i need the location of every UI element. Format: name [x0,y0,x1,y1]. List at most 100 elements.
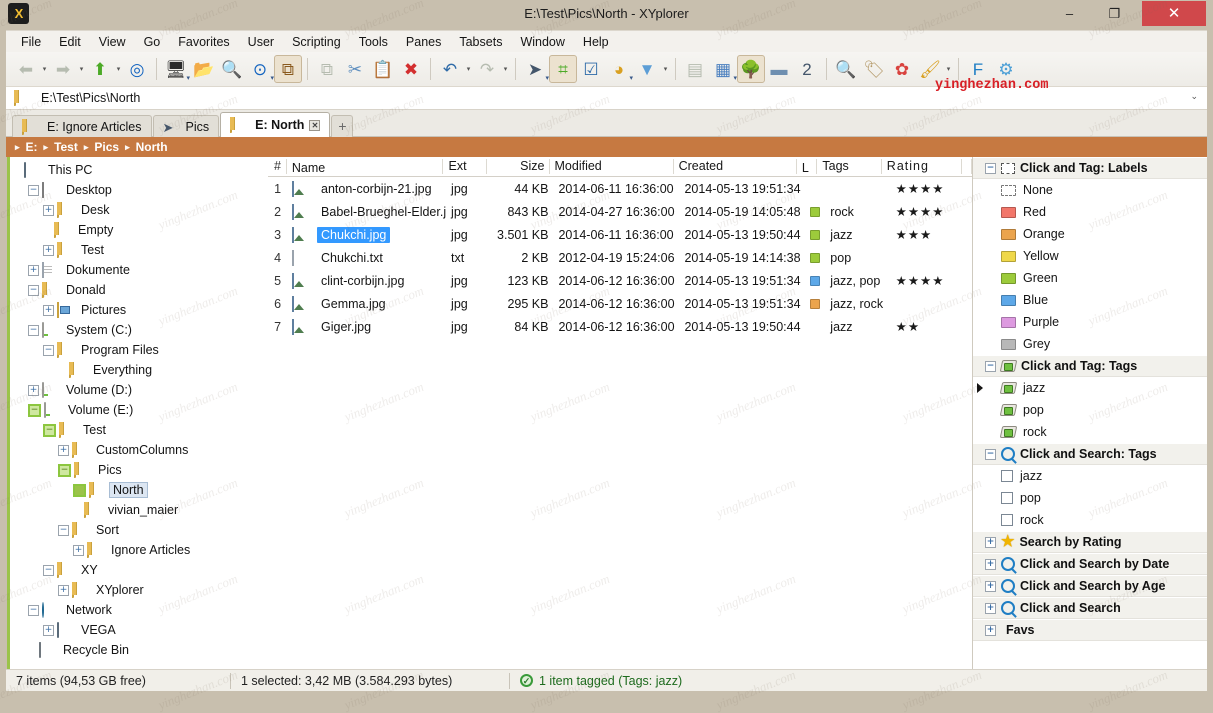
tree-node-pics[interactable]: −Pics [7,460,268,480]
current-node-icon[interactable] [73,484,86,497]
file-name-cell[interactable]: Gemma.jpg [287,296,446,312]
close-icon[interactable]: ✕ [309,120,320,131]
tag-checkbox[interactable] [1001,514,1013,526]
file-list-pane[interactable]: #NameExtSizeModifiedCreatedLTagsRating 1… [268,157,972,669]
redo-button[interactable]: ↷ [473,55,501,83]
catalog-item-red[interactable]: Red [973,201,1207,223]
menu-item-scripting[interactable]: Scripting [283,32,350,52]
tree-node-north[interactable]: North [7,480,268,500]
menu-item-tabsets[interactable]: Tabsets [450,32,511,52]
expand-icon[interactable]: + [43,205,54,216]
menu-item-help[interactable]: Help [574,32,618,52]
file-label-cell[interactable] [805,207,826,217]
catalog-section-click-and-search-by-date[interactable]: +Click and Search by Date [973,553,1207,575]
expand-icon[interactable]: + [73,545,84,556]
tree-node-system-c-[interactable]: −System (C:) [7,320,268,340]
menu-item-view[interactable]: View [90,32,135,52]
tree-node-donald[interactable]: −Donald [7,280,268,300]
back-button[interactable]: ⬅ [12,55,40,83]
expand-icon[interactable]: + [43,245,54,256]
expand-icon[interactable]: + [43,305,54,316]
tree-node-program-files[interactable]: −Program Files [7,340,268,360]
filter-button[interactable]: ▼ [633,55,661,83]
configuration-button[interactable]: ⚙ [992,55,1020,83]
column-header-size[interactable]: Size [487,157,550,176]
collapse-icon[interactable]: − [28,404,41,417]
breadcrumb-item-north[interactable]: North [132,140,172,154]
split-pane-button[interactable]: ▬ [765,55,793,83]
file-name-cell[interactable]: anton-corbijn-21.jpg [287,181,446,197]
breadcrumb-item-e[interactable]: E: [22,140,42,154]
tree-node-xyplorer[interactable]: +XYplorer [7,580,268,600]
file-name-cell[interactable]: Chukchi.txt [287,250,446,266]
menu-item-favorites[interactable]: Favorites [169,32,238,52]
desktop-button[interactable]: 🖥▾ [162,55,190,83]
catalog-section-click-and-tag-labels[interactable]: −Click and Tag: Labels [973,157,1207,179]
menu-item-panes[interactable]: Panes [397,32,450,52]
catalog-item-jazz[interactable]: jazz [973,377,1207,399]
catalog-item-rock[interactable]: rock [973,421,1207,443]
go-to-target-button[interactable]: ◎ [123,55,151,83]
column-header-created[interactable]: Created [674,157,797,176]
send-button[interactable]: ➤▾ [521,55,549,83]
copy-to-clipboard-button[interactable]: ⧉ [274,55,302,83]
expand-icon[interactable]: + [58,585,69,596]
collapse-icon[interactable]: − [985,449,996,460]
catalog-item-grey[interactable]: Grey [973,333,1207,355]
tree-node-volume-e-[interactable]: −Volume (E:) [7,400,268,420]
collapse-icon[interactable]: − [28,605,39,616]
tree-node-test[interactable]: −Test [7,420,268,440]
chevron-down-icon[interactable]: ▾ [114,55,123,83]
expand-icon[interactable]: + [28,265,39,276]
tag-checkbox[interactable] [1001,492,1013,504]
column-header-ext[interactable]: Ext [443,157,486,176]
file-row[interactable]: 2Babel-Brueghel-Elder.jpgjpg843 KB2014-0… [268,200,972,223]
tree-node-desk[interactable]: +Desk [7,200,268,220]
catalog-item-pop[interactable]: pop [973,399,1207,421]
file-row[interactable]: 1anton-corbijn-21.jpgjpg44 KB2014-06-11 … [268,177,972,200]
expand-icon[interactable]: + [985,581,996,592]
column-header-name[interactable]: Name [287,157,444,176]
details-view-button[interactable]: ▦▾ [709,55,737,83]
branch-view-button[interactable]: ⌗ [549,55,577,83]
file-row[interactable]: 4Chukchi.txttxt2 KB2012-04-19 15:24:0620… [268,246,972,269]
thumbnails-view-button[interactable]: ▤ [681,55,709,83]
column-header-modified[interactable]: Modified [550,157,674,176]
catalog-item-none[interactable]: None [973,179,1207,201]
menu-item-tools[interactable]: Tools [350,32,397,52]
file-row[interactable]: 5clint-corbijn.jpgjpg123 KB2014-06-12 16… [268,269,972,292]
breadcrumb-item-test[interactable]: Test [50,140,82,154]
catalog-item-purple[interactable]: Purple [973,311,1207,333]
minimize-button[interactable]: – [1047,1,1092,26]
catalog-item-pop[interactable]: pop [973,487,1207,509]
chevron-down-icon[interactable]: ▾ [40,55,49,83]
column-header-rating[interactable]: Rating [882,157,962,176]
menu-item-go[interactable]: Go [135,32,170,52]
tab-e-ignore-articles[interactable]: E: Ignore Articles [12,115,152,137]
breadcrumb-item-pics[interactable]: Pics [90,140,123,154]
expand-icon[interactable]: + [985,603,996,614]
file-label-cell[interactable] [805,299,826,309]
tree-node-sort[interactable]: −Sort [7,520,268,540]
copy-button[interactable]: ⧉ [313,55,341,83]
tree-node-everything[interactable]: Everything [7,360,268,380]
address-bar[interactable]: E:\Test\Pics\North ⌄ [6,87,1207,110]
search-button[interactable]: 🔍 [832,55,860,83]
chevron-down-icon[interactable]: ▾ [944,55,953,83]
expand-icon[interactable]: + [58,445,69,456]
file-name-cell[interactable]: Giger.jpg [287,319,446,335]
tab-e-north[interactable]: E: North✕ [220,112,330,137]
go-button[interactable]: ⊙▾ [246,55,274,83]
tag-checkbox[interactable] [1001,470,1013,482]
collapse-icon[interactable]: − [43,345,54,356]
file-name-cell[interactable]: clint-corbijn.jpg [287,273,446,289]
paste-button[interactable]: 📋 [369,55,397,83]
tree-node-vega[interactable]: +VEGA [7,620,268,640]
dual-pane-button[interactable]: 2 [793,55,821,83]
expand-icon[interactable]: + [985,537,996,548]
catalog-item-jazz[interactable]: jazz [973,465,1207,487]
tab-pics[interactable]: ➤Pics [153,115,220,137]
highlight-button[interactable]: 🖌 [916,55,944,83]
collapse-icon[interactable]: − [58,464,71,477]
tree-node-empty[interactable]: Empty [7,220,268,240]
